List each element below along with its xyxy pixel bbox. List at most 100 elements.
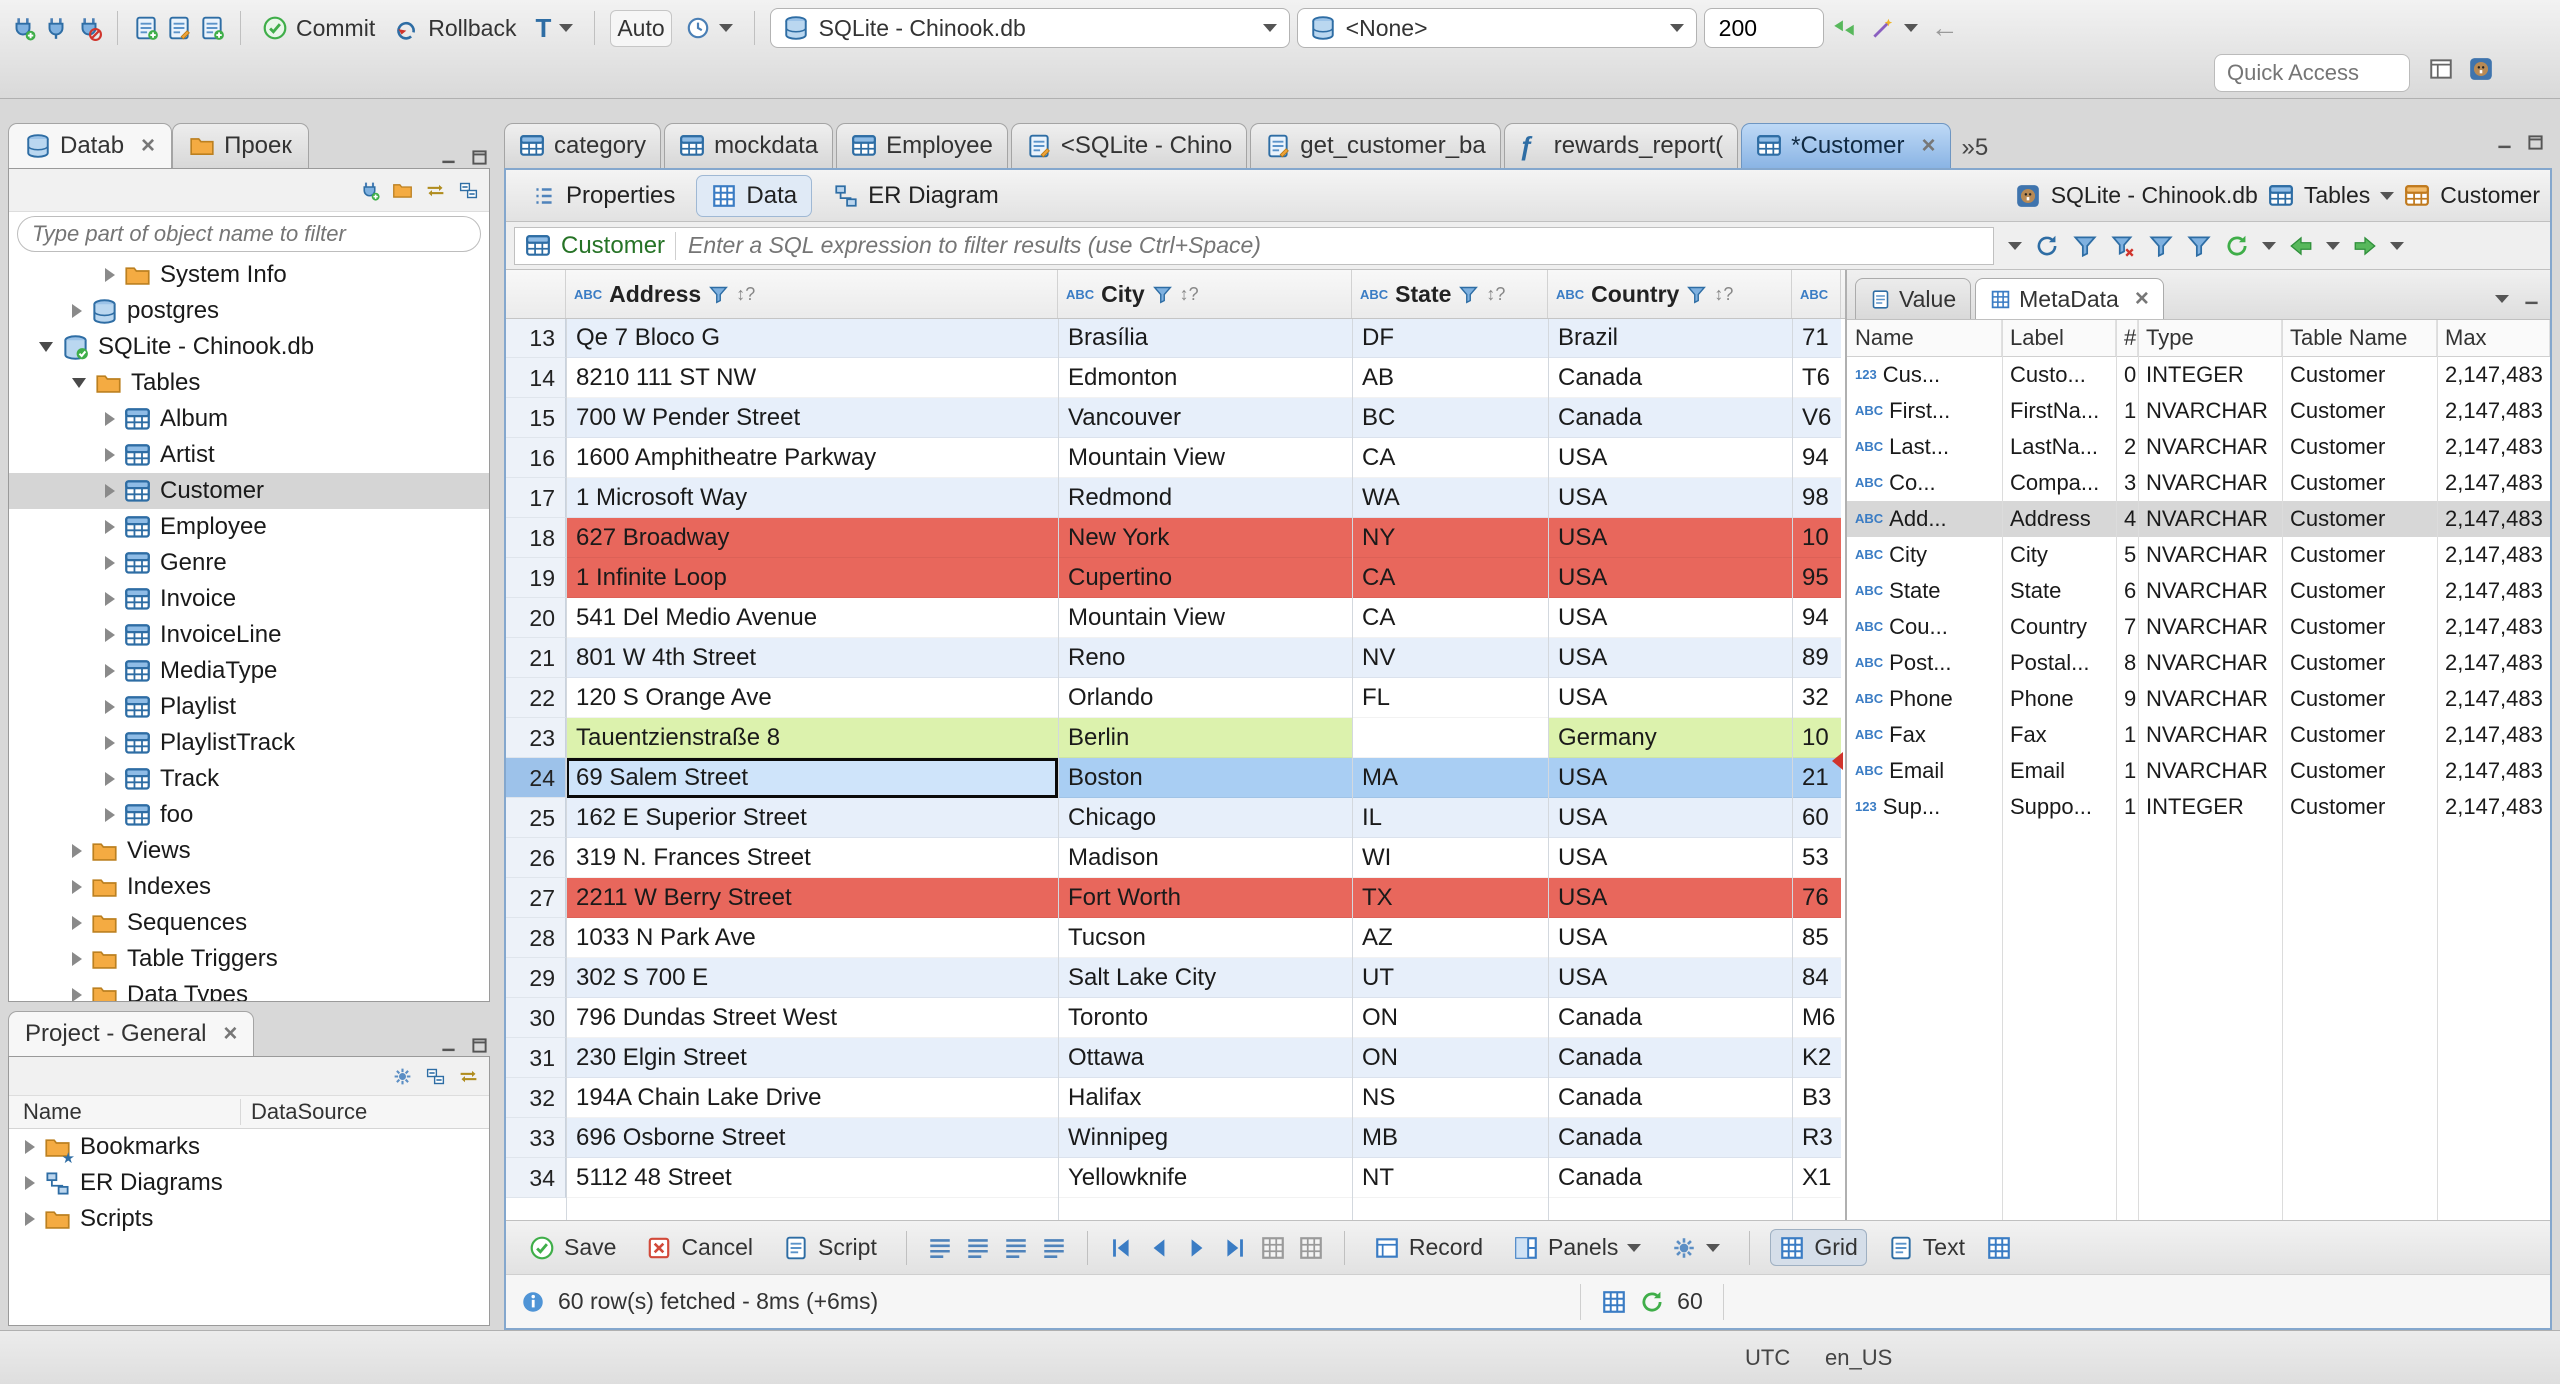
disclosure-collapsed-icon[interactable] [105,736,115,750]
meta-cell[interactable]: 6 [2116,573,2138,609]
tab-er-diagram[interactable]: ER Diagram [818,175,1014,217]
dbeaver-perspective-icon[interactable] [2468,56,2494,82]
grid-cell[interactable]: Cupertino [1058,558,1352,598]
edit-inline-icon[interactable] [965,1235,991,1261]
row-number-cell[interactable]: 21 [506,638,566,678]
meta-cell[interactable]: Customer [2282,429,2437,465]
panel-minimize-icon[interactable] [2521,288,2542,309]
grid-cell[interactable]: CA [1352,438,1548,478]
grid-cell[interactable]: UT [1352,958,1548,998]
grid-cell[interactable]: USA [1548,838,1792,878]
grid-cell[interactable]: Canada [1548,1038,1792,1078]
meta-cell[interactable]: 1 [2116,753,2138,789]
column-filter-icon[interactable] [1686,284,1707,305]
minimize-icon[interactable] [438,147,459,168]
tree-item-album[interactable]: Album [9,401,489,437]
refresh-filter-icon[interactable] [2034,233,2060,259]
text-view-button[interactable]: Text [1879,1229,1974,1266]
grid-cell[interactable]: Boston [1058,758,1352,798]
tab-project-general[interactable]: Project - General × [8,1011,255,1056]
grid-cell[interactable]: USA [1548,958,1792,998]
metadata-row[interactable]: ABC Phone Phone 9 NVARCHAR Customer 2,147,483 [1847,681,2550,717]
metadata-row[interactable]: ABC Post... Postal... 8 NVARCHAR Customer 2,14… [1847,645,2550,681]
new-sql-editor-icon[interactable] [133,15,159,41]
row-number-cell[interactable]: 28 [506,918,566,958]
grid-cell[interactable]: FL [1352,678,1548,718]
grid-cell[interactable]: 98 [1792,478,1841,518]
grid-cell[interactable]: 10 [1792,518,1841,558]
row-number-cell[interactable]: 34 [506,1158,566,1198]
column-header-country[interactable]: ABC Country ↕? [1548,270,1792,318]
tab-database-navigator[interactable]: Datab × [8,123,173,168]
tree-item-tables[interactable]: Tables [9,365,489,401]
meta-cell[interactable]: NVARCHAR [2138,573,2282,609]
disclosure-expanded-icon[interactable] [72,378,86,388]
fetch-size-input[interactable] [1716,13,1811,43]
row-number-cell[interactable]: 16 [506,438,566,478]
grid-cell[interactable]: Edmonton [1058,358,1352,398]
disclosure-collapsed-icon[interactable] [25,1140,35,1154]
meta-cell[interactable]: NVARCHAR [2138,753,2282,789]
meta-cell[interactable]: 2,147,483 [2437,717,2550,753]
grid-cell[interactable]: Toronto [1058,998,1352,1038]
grid-cell[interactable]: USA [1548,918,1792,958]
grid-cell[interactable]: TX [1352,878,1548,918]
row-number-cell[interactable]: 26 [506,838,566,878]
meta-cell[interactable]: INTEGER [2138,789,2282,825]
meta-cell[interactable]: ABC Cou... [1847,609,2002,645]
grid-cell[interactable]: USA [1548,638,1792,678]
disclosure-collapsed-icon[interactable] [105,484,115,498]
grid-cell[interactable] [1352,718,1548,758]
meta-cell[interactable]: 2,147,483 [2437,573,2550,609]
commit-button[interactable]: Commit [256,11,381,46]
meta-cell[interactable]: 8 [2116,645,2138,681]
disclosure-collapsed-icon[interactable] [105,412,115,426]
meta-column-header-name[interactable]: Name [1847,320,2002,356]
meta-cell[interactable]: Customer [2282,501,2437,537]
meta-cell[interactable]: ABC Co... [1847,465,2002,501]
grid-cell[interactable]: X1 [1792,1158,1841,1198]
grid-cell[interactable]: 1033 N Park Ave [566,918,1058,958]
row-number-cell[interactable]: 23 [506,718,566,758]
row-number-cell[interactable]: 24 [506,758,566,798]
meta-cell[interactable]: ABC Phone [1847,681,2002,717]
chevron-down-icon[interactable] [2380,191,2395,200]
meta-cell[interactable]: Customer [2282,789,2437,825]
disclosure-collapsed-icon[interactable] [72,988,82,1001]
grid-cell[interactable]: M6 [1792,998,1841,1038]
transaction-log-button[interactable] [679,11,739,45]
chevron-down-icon[interactable] [2390,241,2404,250]
meta-cell[interactable]: LastNa... [2002,429,2116,465]
row-number-cell[interactable]: 31 [506,1038,566,1078]
grid-cell[interactable]: K2 [1792,1038,1841,1078]
meta-cell[interactable]: 9 [2116,681,2138,717]
grid-cell[interactable]: Qe 7 Bloco G [566,318,1058,358]
tree-item-data-types[interactable]: Data Types [9,977,489,1001]
object-filter-input[interactable] [17,216,481,252]
row-number-cell[interactable]: 32 [506,1078,566,1118]
column-header-city[interactable]: ABC City ↕? [1058,270,1352,318]
filter-field[interactable]: Customer [514,226,1994,265]
meta-cell[interactable]: 2,147,483 [2437,645,2550,681]
auto-refresh-icon[interactable] [1639,1289,1665,1315]
grid-cell[interactable]: 8210 111 ST NW [566,358,1058,398]
meta-cell[interactable]: Suppo... [2002,789,2116,825]
grid-cell[interactable]: ON [1352,998,1548,1038]
rollback-button[interactable]: Rollback [388,11,522,46]
tree-item-employee[interactable]: Employee [9,509,489,545]
editor-tab-rewards-report[interactable]: ƒ rewards_report( [1503,123,1739,168]
column-filter-icon[interactable] [1458,284,1479,305]
meta-cell[interactable]: 2,147,483 [2437,465,2550,501]
meta-cell[interactable]: 4 [2116,501,2138,537]
grid-cell[interactable]: 69 Salem Street [566,758,1058,798]
metadata-row[interactable]: 123 Sup... Suppo... 1 INTEGER Customer 2,147,4… [1847,789,2550,825]
disclosure-collapsed-icon[interactable] [72,844,82,858]
grid-cell[interactable]: 696 Osborne Street [566,1118,1058,1158]
disclosure-collapsed-icon[interactable] [105,520,115,534]
editor-tab-get-customer-ba[interactable]: get_customer_ba [1250,123,1501,168]
tree-item-table-triggers[interactable]: Table Triggers [9,941,489,977]
grid-cell[interactable]: Redmond [1058,478,1352,518]
grid-cell[interactable]: MA [1352,758,1548,798]
tree-item-foo[interactable]: foo [9,797,489,833]
row-number-cell[interactable]: 14 [506,358,566,398]
